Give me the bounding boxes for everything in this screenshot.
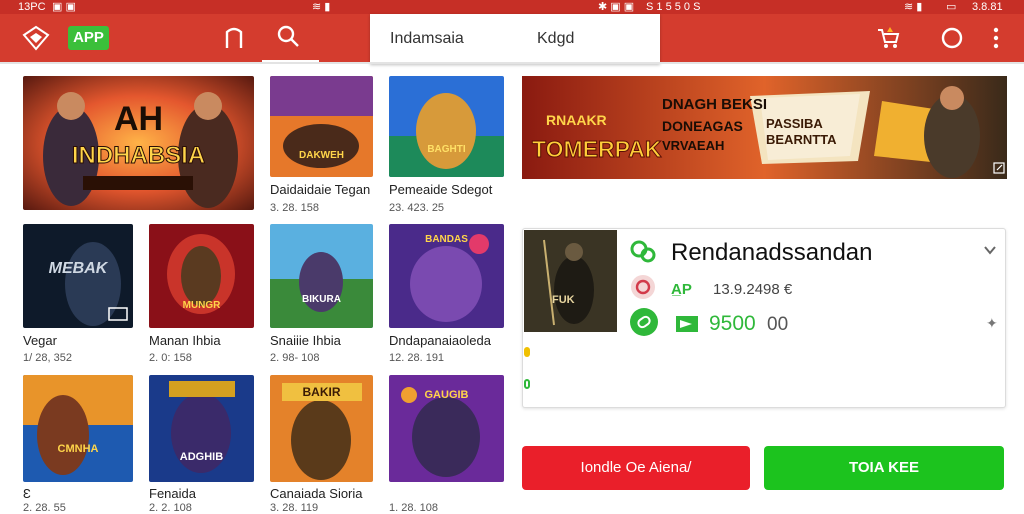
thumb-art-text: ADGHIB (179, 451, 224, 463)
game-meta: 2. 0: 158 (149, 352, 192, 364)
detail-row1-tag: A̲P (671, 281, 692, 298)
thumb-art-text: BAKIR (302, 385, 341, 399)
game-meta: 3. 28. 158 (270, 202, 319, 214)
game-meta: 3. 28. 119 (270, 502, 319, 514)
status-time-right: 3.8.81 (972, 1, 1003, 13)
game-thumbnail[interactable]: BANDAS (389, 224, 504, 328)
detail-thumb-label: FUK (552, 294, 575, 306)
status-time-center: S 1 5 5 0 S (646, 1, 701, 13)
menu-option-primary[interactable]: Indamsaia (390, 30, 464, 48)
cart-icon[interactable] (876, 26, 900, 50)
game-detail-card: FUK Rendanadssandan A̲P 13.9.2498 € 9500… (522, 228, 1006, 408)
accent-marker (524, 347, 530, 357)
game-meta: 2. 2. 108 (149, 502, 192, 514)
primary-action-button[interactable]: TOIA KEE (764, 446, 1004, 490)
game-thumbnail[interactable]: MEBAK (23, 224, 133, 328)
banner-center-line3: VRVAEAH (662, 138, 725, 153)
detail-title: Rendanadssandan (671, 239, 873, 266)
game-thumbnail[interactable]: BAGHTI (389, 76, 504, 177)
menu-option-secondary[interactable]: Kdgd (537, 30, 574, 48)
link-badge-icon (630, 308, 658, 336)
game-meta: 1/ 28, 352 (23, 352, 72, 364)
banner-right-line2: BEARNTTA (766, 132, 837, 147)
external-link-icon[interactable] (993, 162, 1005, 174)
more-options-icon[interactable] (984, 26, 1008, 50)
featured-game-banner[interactable]: AH INDHABSIA (23, 76, 254, 210)
banner-right-line1: PASSIBA (766, 116, 823, 131)
region-dropdown-menu: Indamsaia Kdgd (370, 14, 660, 64)
promo-banner[interactable]: TOMERPAK RNAAKR DNAGH BEKSI DONEAGAS VRV… (522, 76, 1007, 179)
featured-title-line2: INDHABSIA (71, 142, 206, 170)
battery-icon: ▭ (946, 1, 957, 13)
ticket-icon (676, 316, 698, 332)
search-icon[interactable] (276, 24, 300, 48)
thumb-art-text: MEBAK (48, 260, 108, 277)
verified-badge-icon (630, 240, 656, 263)
thumb-art-text: DAKWEH (299, 150, 344, 161)
brand-logo-icon[interactable] (22, 24, 50, 52)
game-meta: 12. 28. 191 (389, 352, 445, 364)
header-divider (0, 62, 1024, 64)
detail-row2-value: 9500 (709, 312, 756, 335)
game-title[interactable]: Manan Ihbia (149, 333, 221, 348)
app-badge[interactable]: APP (68, 26, 109, 50)
banner-center-line1: DNAGH BEKSI (662, 96, 768, 113)
rating-badge-icon (631, 275, 655, 299)
game-thumbnail[interactable]: ADGHIB (149, 375, 254, 482)
thumb-art-text: BANDAS (425, 234, 468, 245)
game-title[interactable]: Canaiada Sioria (270, 486, 363, 501)
game-title[interactable]: Pemeaide Sdegot (389, 182, 492, 197)
accent-marker (524, 379, 530, 389)
game-thumbnail[interactable]: GAUGIB (389, 375, 504, 482)
game-meta: 1. 28. 108 (389, 502, 438, 514)
thumb-art-text: BIKURA (302, 294, 341, 305)
thumb-art-text: GAUGIB (424, 389, 469, 401)
game-title[interactable]: Dndapanaiaoleda (389, 333, 491, 348)
thumb-art-text: BAGHTI (427, 144, 466, 155)
game-thumbnail[interactable]: DAKWEH (270, 76, 373, 177)
game-title[interactable]: Ɛ (23, 486, 31, 501)
secondary-action-button[interactable]: Iondle Oe Aiena/ (522, 446, 750, 490)
game-title[interactable]: Fenaida (149, 486, 196, 501)
game-thumbnail[interactable]: CMNHA (23, 375, 133, 482)
notification-icons: ▣ ▣ (52, 1, 76, 13)
status-bar: 13PC ▣ ▣ ≋ ▮ ✱ ▣ ▣ S 1 5 5 0 S ≋ ▮ ▭ 3.8… (0, 0, 1024, 14)
bluetooth-icon: ✱ ▣ ▣ (598, 1, 635, 13)
game-title[interactable]: Snaiiie Ihbia (270, 333, 341, 348)
bookmark-icon[interactable] (222, 26, 246, 50)
game-title[interactable]: Vegar (23, 333, 57, 348)
banner-left-subtext: RNAAKR (546, 112, 607, 128)
game-thumbnail[interactable]: BIKURA (270, 224, 373, 328)
game-meta: 2. 98- 108 (270, 352, 320, 364)
detail-row2-suffix: 00 (767, 314, 789, 335)
detail-thumbnail[interactable]: FUK (524, 230, 617, 332)
chevron-down-icon[interactable] (983, 243, 997, 257)
signal-icon: ≋ ▮ (904, 1, 923, 13)
banner-left-text: TOMERPAK (532, 136, 662, 163)
profile-icon[interactable] (940, 26, 964, 50)
game-title[interactable]: Daidaidaie Tegan (270, 182, 370, 197)
game-thumbnail[interactable]: BAKIR (270, 375, 373, 482)
game-meta: 2. 28. 55 (23, 502, 66, 514)
thumb-art-text: MUNGR (182, 300, 221, 311)
banner-center-line2: DONEAGAS (662, 118, 743, 134)
thumb-art-text: CMNHA (57, 443, 99, 455)
pin-icon[interactable]: ✦ (986, 315, 998, 332)
status-time-left: 13PC (18, 1, 46, 13)
game-thumbnail[interactable]: MUNGR (149, 224, 254, 328)
detail-row1-value: 13.9.2498 € (713, 281, 793, 298)
featured-title-line1: AH (113, 100, 164, 138)
wifi-icon: ≋ ▮ (312, 1, 331, 13)
game-meta: 23. 423. 25 (389, 202, 445, 214)
